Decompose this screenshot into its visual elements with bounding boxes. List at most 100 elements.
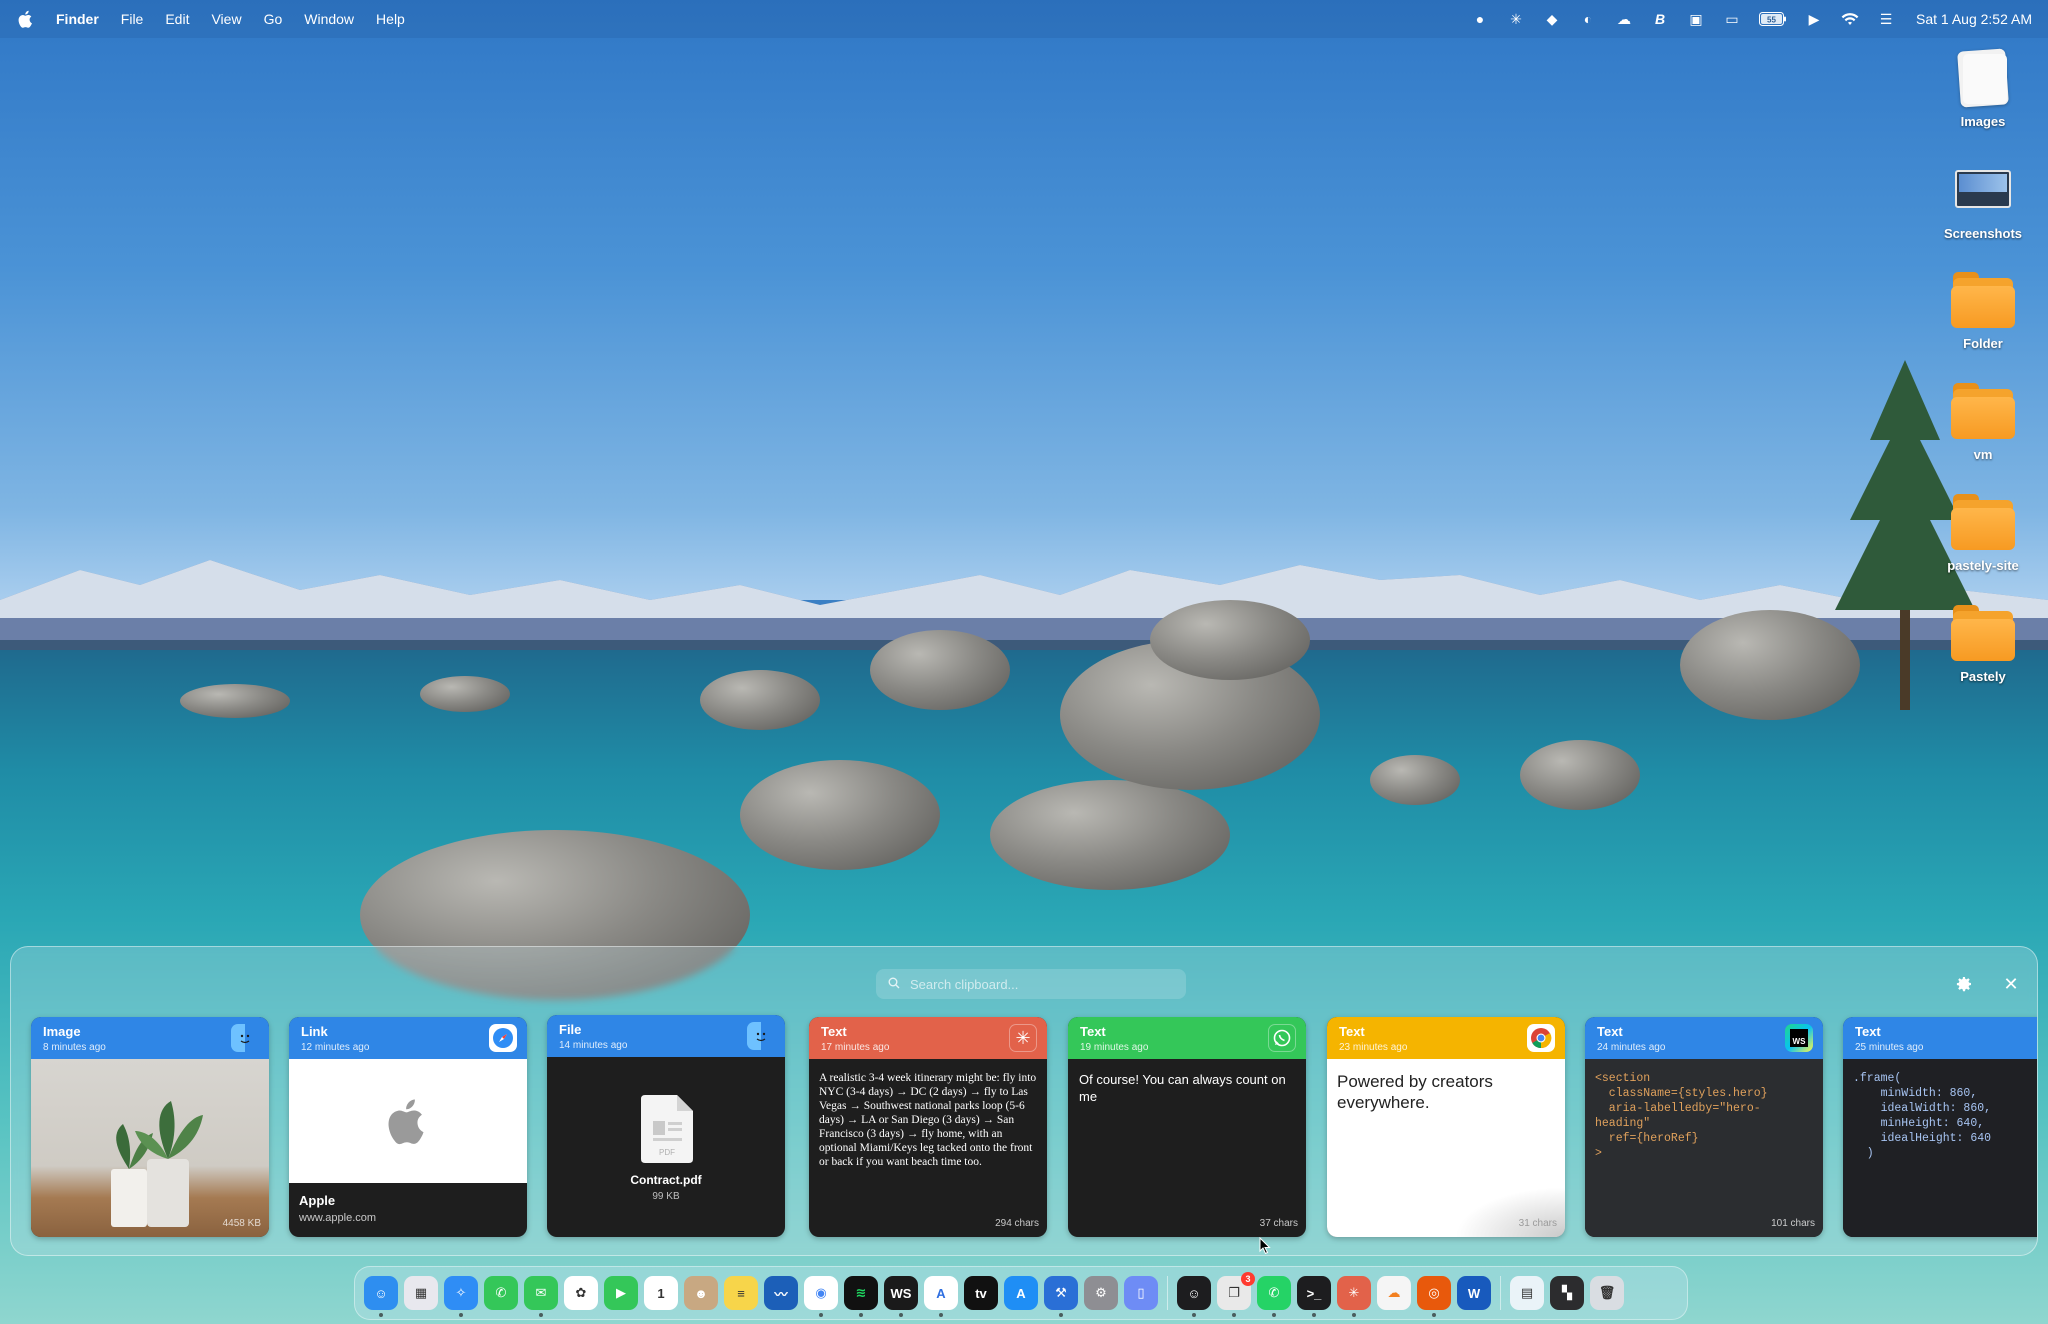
apple-logo-icon — [388, 1099, 424, 1145]
b-icon[interactable]: B — [1650, 10, 1670, 28]
desktop-item-folder[interactable]: Folder — [1930, 270, 2036, 351]
clip-card-text-chrome[interactable]: Text 23 minutes ago Powered by creators … — [1327, 1017, 1565, 1237]
clipboard-search-input[interactable] — [910, 976, 1160, 992]
launchpad-icon: ▦ — [414, 1285, 428, 1300]
dock-notes-icon[interactable]: ≡ — [724, 1276, 758, 1310]
dock-freeform-icon[interactable]: 〰 — [764, 1276, 798, 1310]
link-url[interactable]: www.apple.com — [299, 1212, 376, 1224]
dock-launchpad-icon[interactable]: ▦ — [404, 1276, 438, 1310]
menu-bar-clock[interactable]: Sat 1 Aug 2:52 AM — [1916, 11, 2032, 27]
menu-window[interactable]: Window — [304, 11, 354, 27]
dock-font-book-icon[interactable]: A — [924, 1276, 958, 1317]
clip-card-file[interactable]: File 14 minutes ago PDF Contract.pdf 99 — [547, 1015, 785, 1237]
clip-text-content: A realistic 3-4 week itinerary might be:… — [819, 1072, 1037, 1168]
record-icon[interactable]: ◐ — [1578, 10, 1598, 28]
desktop-item-pastely[interactable]: Pastely — [1930, 603, 2036, 684]
dock-ubuntu-icon[interactable]: ◎ — [1417, 1276, 1451, 1317]
running-indicator — [1059, 1313, 1063, 1317]
card-type: Text — [1339, 1024, 1365, 1039]
bag-icon[interactable]: ▣ — [1686, 10, 1706, 28]
clip-card-text-code-swift[interactable]: Text 25 minutes ago .frame( minWidth: 86… — [1843, 1017, 2037, 1237]
finder-icon: ☺ — [374, 1285, 388, 1301]
dock-calendar-icon[interactable]: 1 — [644, 1276, 678, 1310]
dock-chrome-icon[interactable]: ◉ — [804, 1276, 838, 1317]
battery-icon[interactable]: 55 — [1758, 10, 1788, 28]
dock-simulator-icon[interactable]: ▯ — [1124, 1276, 1158, 1310]
cloudflare-icon: ☁ — [1387, 1285, 1401, 1300]
clip-card-text-code-jsx[interactable]: Text 24 minutes ago WS <section classNam… — [1585, 1017, 1823, 1237]
settings-gear-icon[interactable] — [1951, 971, 1977, 997]
dock-xcode-icon[interactable]: ⚒ — [1044, 1276, 1078, 1317]
play-icon[interactable]: ▶ — [1804, 10, 1824, 28]
desktop-item-pastely-site[interactable]: pastely-site — [1930, 492, 2036, 573]
desktop-item-label: Pastely — [1960, 669, 2006, 684]
cloud-icon[interactable]: ☁ — [1614, 10, 1634, 28]
display-icon[interactable]: ▭ — [1722, 10, 1742, 28]
assistant-icon: ☺ — [1187, 1285, 1201, 1301]
menu-help[interactable]: Help — [376, 11, 405, 27]
dock-photos-icon[interactable]: ✿ — [564, 1276, 598, 1310]
desktop-item-screenshots[interactable]: Screenshots — [1930, 160, 2036, 241]
dock-spotify-icon[interactable]: ≋ — [844, 1276, 878, 1317]
running-indicator — [939, 1313, 943, 1317]
close-icon[interactable]: ✕ — [1998, 971, 2024, 997]
dock-facetime-icon[interactable]: ▶ — [604, 1276, 638, 1310]
screenshots-file-icon — [1951, 160, 2015, 220]
dock-trash-icon[interactable]: 🗑 — [1590, 1276, 1624, 1310]
dock-claude-icon[interactable]: ✳ — [1337, 1276, 1371, 1317]
contacts-icon: ☻ — [694, 1285, 708, 1301]
running-indicator — [539, 1313, 543, 1317]
folder-icon — [1951, 603, 2015, 663]
dock-windows-icon[interactable]: ▚ — [1550, 1276, 1584, 1310]
clip-card-image[interactable]: Image 8 minutes ago 4458 KB — [31, 1017, 269, 1237]
dock-preview-icon[interactable]: ▤ — [1510, 1276, 1544, 1310]
apple-tv-icon: tv — [975, 1285, 987, 1301]
card-footer-size: 4458 KB — [222, 1218, 261, 1229]
menu-file[interactable]: File — [121, 11, 144, 27]
dock-safari-icon[interactable]: ✧ — [444, 1276, 478, 1317]
dock-app-store-icon[interactable]: A — [1004, 1276, 1038, 1310]
dock-finder-icon[interactable]: ☺ — [364, 1276, 398, 1317]
card-time: 17 minutes ago — [821, 1042, 890, 1053]
dock-apple-tv-icon[interactable]: tv — [964, 1276, 998, 1310]
link-title: Apple — [299, 1193, 336, 1208]
card-time: 23 minutes ago — [1339, 1042, 1408, 1053]
clipboard-cards: Image 8 minutes ago 4458 KB Link 12 minu… — [31, 1015, 2037, 1237]
clipboard-panel: ✕ Image 8 minutes ago — [10, 946, 2038, 1256]
dock-assistant-icon[interactable]: ☺ — [1177, 1276, 1211, 1317]
menu-app-name[interactable]: Finder — [56, 11, 99, 27]
desktop-item-images[interactable]: Images — [1930, 48, 2036, 129]
dock-cloudflare-icon[interactable]: ☁ — [1377, 1276, 1411, 1310]
bear-icon[interactable]: ● — [1470, 10, 1490, 28]
dock-terminal-icon[interactable]: >_ — [1297, 1276, 1331, 1317]
clip-card-link[interactable]: Link 12 minutes ago Apple www.apple.com — [289, 1017, 527, 1237]
wifi-icon[interactable] — [1840, 10, 1860, 28]
wallpaper-sky — [0, 0, 2048, 600]
whatsapp-icon: ✆ — [1268, 1285, 1280, 1300]
xcode-icon: ⚒ — [1055, 1285, 1067, 1300]
preview-icon: ▤ — [1520, 1285, 1534, 1300]
clipboard-search[interactable] — [876, 969, 1186, 999]
card-body: Powered by creators everywhere. 31 chars — [1327, 1059, 1565, 1237]
clip-card-text-itinerary[interactable]: Text 17 minutes ago ✳ A realistic 3-4 we… — [809, 1017, 1047, 1237]
dock-webstorm-icon[interactable]: WS — [884, 1276, 918, 1317]
control-center-icon[interactable]: ☰ — [1876, 10, 1896, 28]
card-type: Link — [301, 1024, 328, 1039]
dock-whatsapp-icon[interactable]: ✆ — [1257, 1276, 1291, 1317]
dock-phone-icon[interactable]: ✆ — [484, 1276, 518, 1310]
dock-settings-icon[interactable]: ⚙ — [1084, 1276, 1118, 1310]
wallpaper-rock — [740, 760, 940, 870]
dock-contacts-icon[interactable]: ☻ — [684, 1276, 718, 1310]
dock-pastely-icon[interactable]: ❐ 3 — [1217, 1272, 1255, 1317]
apple-menu-icon[interactable] — [16, 9, 36, 29]
menu-edit[interactable]: Edit — [165, 11, 189, 27]
sparkle-icon[interactable]: ✳ — [1506, 10, 1526, 28]
clip-card-text-whatsapp[interactable]: Text 19 minutes ago Of course! You can a… — [1068, 1017, 1306, 1237]
pin-icon[interactable]: ◆ — [1542, 10, 1562, 28]
menu-view[interactable]: View — [211, 11, 241, 27]
menu-go[interactable]: Go — [264, 11, 283, 27]
card-type: Text — [821, 1024, 847, 1039]
dock-word-icon[interactable]: W — [1457, 1276, 1491, 1310]
dock-messages-icon[interactable]: ✉ — [524, 1276, 558, 1317]
desktop-item-vm[interactable]: vm — [1930, 381, 2036, 462]
